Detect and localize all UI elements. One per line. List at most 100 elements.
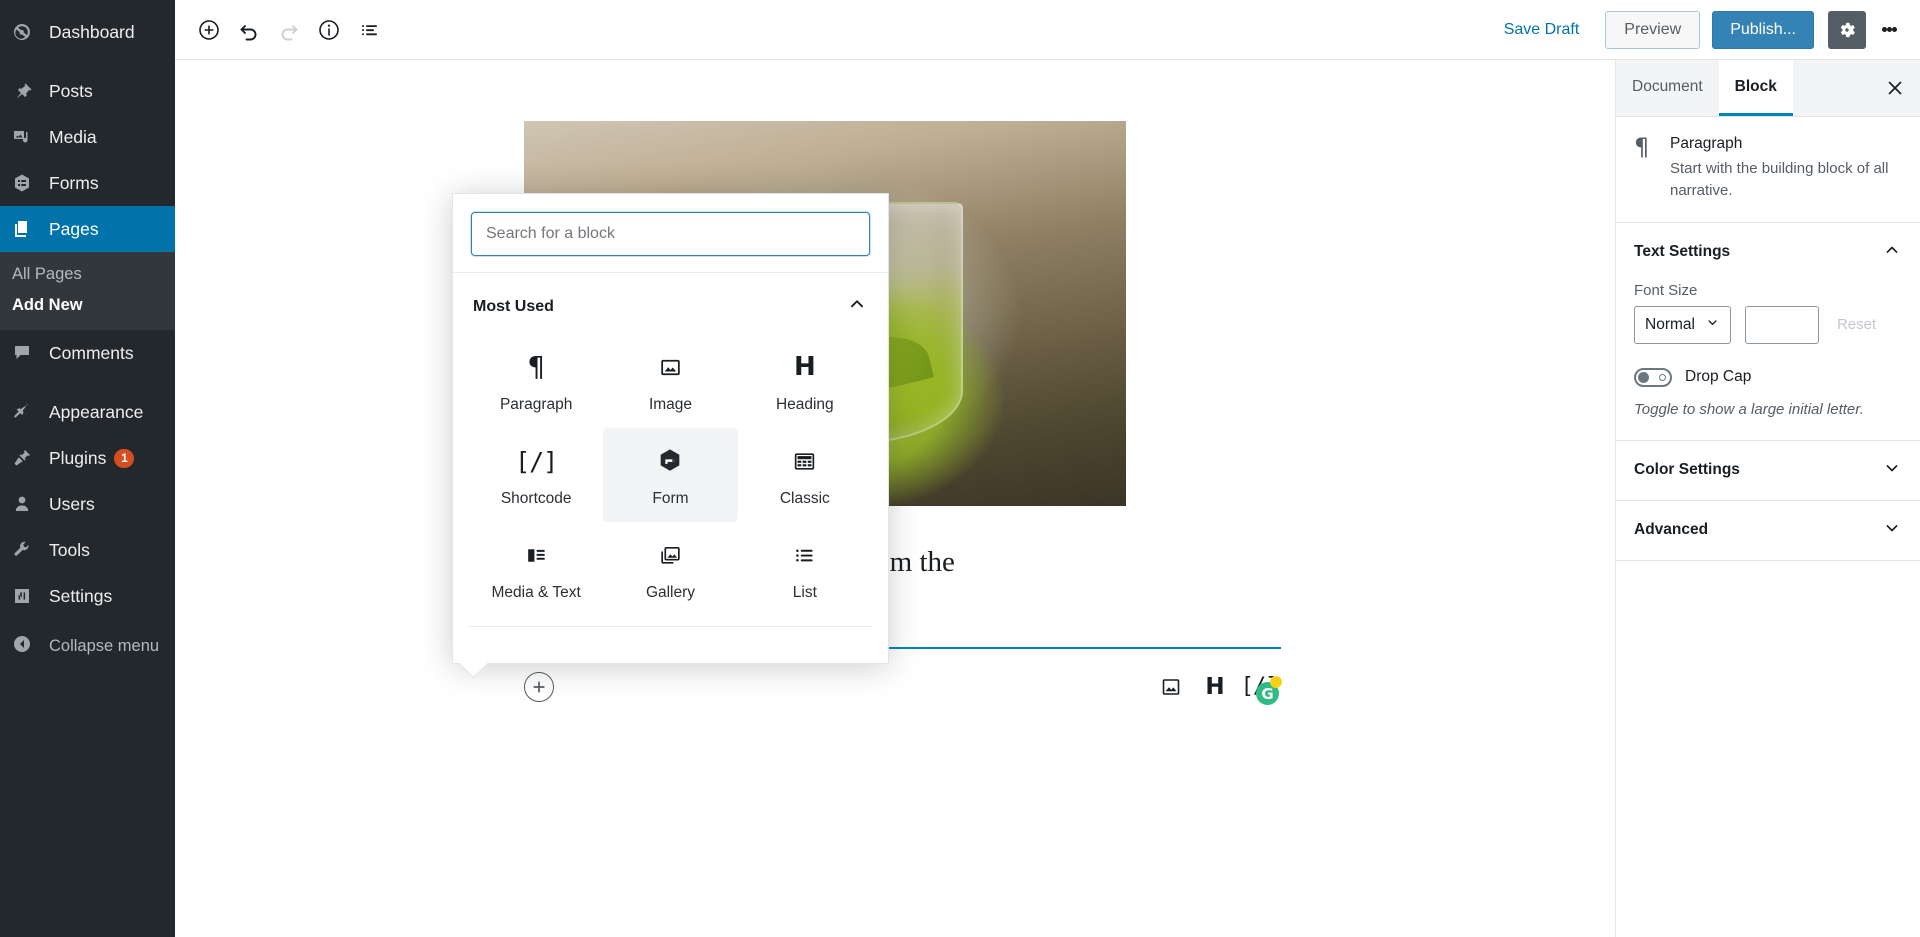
save-draft-button[interactable]: Save Draft: [1492, 15, 1592, 45]
section-advanced: Advanced: [1616, 501, 1920, 561]
chevron-up-icon[interactable]: [846, 293, 868, 320]
publish-button[interactable]: Publish...: [1712, 10, 1814, 49]
block-item-label: Classic: [779, 490, 830, 507]
settings-sidebar: Document Block ¶ Paragraph Start with th…: [1615, 60, 1920, 937]
sidebar-item-label: Forms: [49, 172, 99, 193]
image-icon: [658, 350, 683, 384]
drop-cap-help-text: Toggle to show a large initial letter.: [1634, 400, 1864, 418]
advanced-header[interactable]: Advanced: [1616, 501, 1920, 560]
block-item-label: Media & Text: [491, 584, 581, 601]
comments-icon: [12, 341, 40, 365]
collapse-arrow-icon: [12, 634, 40, 659]
tab-block[interactable]: Block: [1718, 60, 1793, 116]
block-name: Paragraph: [1670, 135, 1743, 152]
chevron-down-icon: [1705, 315, 1720, 335]
image-icon[interactable]: [1149, 667, 1193, 707]
block-item-form[interactable]: Form: [603, 428, 738, 522]
block-info-card: ¶ Paragraph Start with the building bloc…: [1616, 117, 1920, 223]
sidebar-item-appearance[interactable]: Appearance: [0, 389, 175, 435]
section-title: Text Settings: [1634, 243, 1731, 260]
search-input[interactable]: [471, 212, 870, 256]
chevron-down-icon[interactable]: [1882, 458, 1902, 483]
gallery-icon: [658, 538, 683, 572]
sidebar-item-label: Comments: [49, 342, 134, 363]
text-settings-header[interactable]: Text Settings: [1616, 223, 1920, 282]
submenu-item-add-new[interactable]: Add New: [0, 290, 175, 321]
add-block-icon[interactable]: [189, 10, 229, 50]
collapse-menu-label: Collapse menu: [49, 636, 160, 655]
block-item-label: Paragraph: [499, 396, 573, 413]
paragraph-icon: ¶: [1634, 133, 1650, 161]
block-item-label: Shortcode: [500, 490, 572, 507]
plugin-icon: [12, 446, 40, 470]
kebab-menu-icon[interactable]: [1870, 11, 1908, 49]
block-item-label: Heading: [775, 396, 834, 413]
undo-icon[interactable]: [229, 10, 269, 50]
sidebar-item-dashboard[interactable]: Dashboard: [0, 9, 175, 55]
sidebar-item-posts[interactable]: Posts: [0, 68, 175, 114]
drop-cap-toggle[interactable]: [1634, 367, 1672, 387]
block-appender-row: H [/] G: [524, 665, 1282, 709]
section-color-settings: Color Settings: [1616, 441, 1920, 501]
toggle-knob: [1638, 371, 1649, 383]
editor-main: Save Draft Preview Publish... your sense…: [175, 0, 1920, 937]
info-icon[interactable]: [309, 10, 349, 50]
font-size-select[interactable]: Normal: [1634, 305, 1731, 344]
most-used-panel-header[interactable]: Most Used: [453, 273, 888, 330]
toggle-off-marker: [1659, 373, 1666, 381]
font-size-value: Normal: [1645, 315, 1695, 333]
editor-header: Save Draft Preview Publish...: [175, 0, 1920, 60]
forms-icon: [12, 171, 40, 195]
editor-canvas: your senses. Brought to you from the H […: [175, 60, 1615, 937]
block-item-heading[interactable]: H Heading: [738, 334, 872, 428]
section-title: Advanced: [1634, 521, 1709, 538]
gear-icon[interactable]: [1828, 10, 1866, 49]
plus-circle-icon[interactable]: [524, 672, 554, 702]
collapse-menu-button[interactable]: Collapse menu: [0, 625, 175, 667]
sidebar-item-label: Posts: [49, 80, 93, 101]
settings-tab-bar: Document Block: [1616, 60, 1920, 117]
preview-button[interactable]: Preview: [1605, 10, 1701, 49]
sidebar-item-plugins[interactable]: Plugins 1: [0, 435, 175, 481]
block-item-shortcode[interactable]: [/] Shortcode: [469, 428, 603, 522]
font-size-label: Font Size: [1634, 281, 1698, 299]
heading-icon[interactable]: H: [1193, 667, 1237, 707]
submenu-item-all-pages[interactable]: All Pages: [0, 259, 175, 290]
block-item-label: Gallery: [645, 584, 696, 601]
paragraph-icon: ¶: [527, 350, 546, 383]
inserter-search-row: [453, 194, 888, 272]
chevron-down-icon[interactable]: [1882, 518, 1902, 543]
gravity-forms-icon: [656, 444, 684, 478]
dashboard-icon: [12, 20, 40, 44]
block-item-media-text[interactable]: Media & Text: [469, 522, 603, 616]
wrench-icon: [12, 538, 40, 562]
sidebar-item-pages[interactable]: Pages: [0, 206, 175, 252]
sidebar-item-settings[interactable]: Settings: [0, 573, 175, 619]
sidebar-item-forms[interactable]: Forms: [0, 160, 175, 206]
drop-cap-label: Drop Cap: [1685, 368, 1752, 385]
block-item-label: List: [792, 584, 817, 601]
user-icon: [12, 492, 40, 516]
block-item-classic[interactable]: Classic: [738, 428, 872, 522]
sidebar-item-comments[interactable]: Comments: [0, 330, 175, 376]
plugins-update-badge: 1: [114, 448, 135, 468]
redo-icon: [269, 10, 309, 50]
block-item-list[interactable]: List: [738, 522, 872, 616]
sidebar-item-media[interactable]: Media: [0, 114, 175, 160]
chevron-up-icon[interactable]: [1882, 240, 1902, 265]
shortcode-icon[interactable]: [/] G: [1237, 667, 1282, 707]
sidebar-item-users[interactable]: Users: [0, 481, 175, 527]
font-size-custom-input[interactable]: [1744, 305, 1819, 344]
close-icon[interactable]: [1870, 60, 1920, 116]
block-item-image[interactable]: Image: [603, 334, 737, 428]
sidebar-item-tools[interactable]: Tools: [0, 527, 175, 573]
block-description: Start with the building block of all nar…: [1670, 160, 1889, 199]
tab-document[interactable]: Document: [1616, 60, 1719, 116]
color-settings-header[interactable]: Color Settings: [1616, 441, 1920, 500]
sidebar-item-label: Tools: [49, 539, 90, 560]
block-navigation-icon[interactable]: [349, 10, 389, 50]
block-item-gallery[interactable]: Gallery: [603, 522, 737, 616]
section-text-settings: Text Settings Font Size Normal Reset Dro…: [1616, 223, 1920, 441]
block-item-paragraph[interactable]: ¶ Paragraph: [469, 334, 603, 428]
classic-icon: [792, 444, 817, 478]
